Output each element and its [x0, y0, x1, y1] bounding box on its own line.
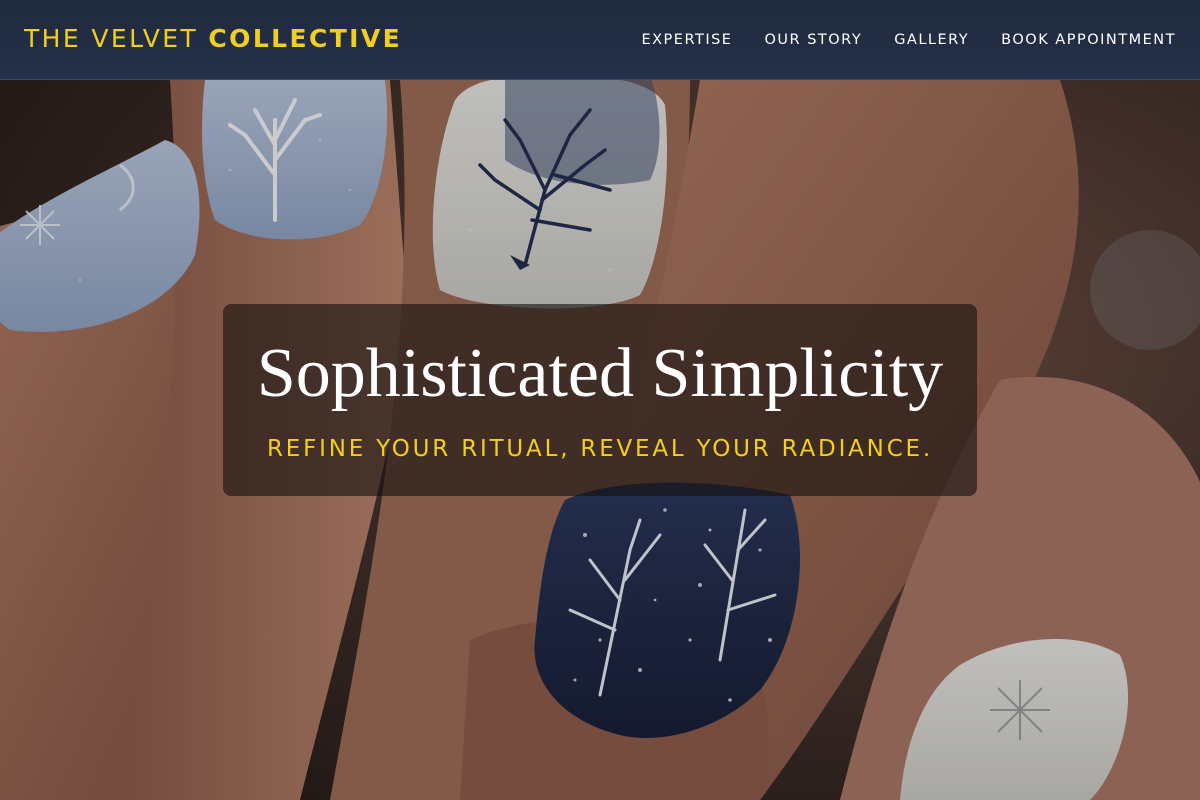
brand-logo[interactable]: THE VELVET COLLECTIVE [24, 24, 402, 54]
nav-expertise[interactable]: EXPERTISE [641, 31, 732, 49]
hero-text-card: Sophisticated Simplicity REFINE YOUR RIT… [223, 304, 977, 496]
brand-name-bold: COLLECTIVE [208, 24, 403, 53]
nav-our-story[interactable]: OUR STORY [764, 31, 862, 49]
main-nav: EXPERTISE OUR STORY GALLERY BOOK APPOINT… [641, 31, 1176, 49]
site-header: THE VELVET COLLECTIVE EXPERTISE OUR STOR… [0, 0, 1200, 80]
hero-title: Sophisticated Simplicity [256, 335, 944, 412]
hero-tagline: REFINE YOUR RITUAL, REVEAL YOUR RADIANCE… [267, 436, 933, 462]
nav-gallery[interactable]: GALLERY [894, 31, 969, 49]
brand-name-light: THE VELVET [24, 24, 199, 53]
nav-book-appointment[interactable]: BOOK APPOINTMENT [1001, 31, 1176, 49]
